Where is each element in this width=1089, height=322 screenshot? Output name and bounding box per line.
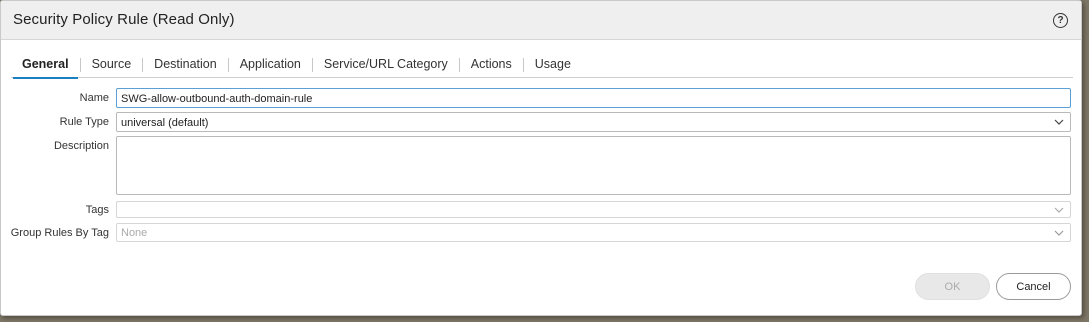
dialog-title: Security Policy Rule (Read Only) <box>13 11 235 28</box>
tab-application[interactable]: Application <box>229 51 312 78</box>
security-policy-rule-dialog: Security Policy Rule (Read Only) ? Gener… <box>0 0 1082 316</box>
ok-button[interactable]: OK <box>915 273 990 300</box>
tags-label: Tags <box>85 204 109 216</box>
tab-actions[interactable]: Actions <box>460 51 523 78</box>
group-rules-by-tag-label: Group Rules By Tag <box>10 227 109 239</box>
chevron-down-icon <box>1054 119 1064 125</box>
name-label: Name <box>79 92 109 104</box>
rule-type-value: universal (default) <box>121 117 209 129</box>
group-rules-by-tag-select[interactable]: None <box>116 223 1071 242</box>
tab-destination[interactable]: Destination <box>143 51 228 78</box>
rule-type-label: Rule Type <box>59 116 109 128</box>
tab-bar: General Source Destination Application S… <box>11 51 1073 79</box>
help-icon[interactable]: ? <box>1053 13 1068 28</box>
rule-type-select[interactable]: universal (default) <box>116 112 1071 132</box>
group-rules-by-tag-value: None <box>121 227 148 239</box>
cancel-button[interactable]: Cancel <box>996 273 1071 300</box>
tab-service-url-category[interactable]: Service/URL Category <box>313 51 459 78</box>
chevron-down-icon <box>1054 230 1064 236</box>
dialog-titlebar: Security Policy Rule (Read Only) ? <box>1 1 1081 40</box>
description-label: Description <box>53 140 109 152</box>
tab-source[interactable]: Source <box>81 51 143 78</box>
tags-select[interactable] <box>116 201 1071 218</box>
name-value: SWG-allow-outbound-auth-domain-rule <box>121 93 313 105</box>
tab-usage[interactable]: Usage <box>524 51 582 78</box>
description-textarea[interactable] <box>116 136 1071 195</box>
tab-general[interactable]: General <box>11 51 80 79</box>
chevron-down-icon <box>1054 207 1064 213</box>
name-field[interactable]: SWG-allow-outbound-auth-domain-rule <box>116 88 1071 108</box>
